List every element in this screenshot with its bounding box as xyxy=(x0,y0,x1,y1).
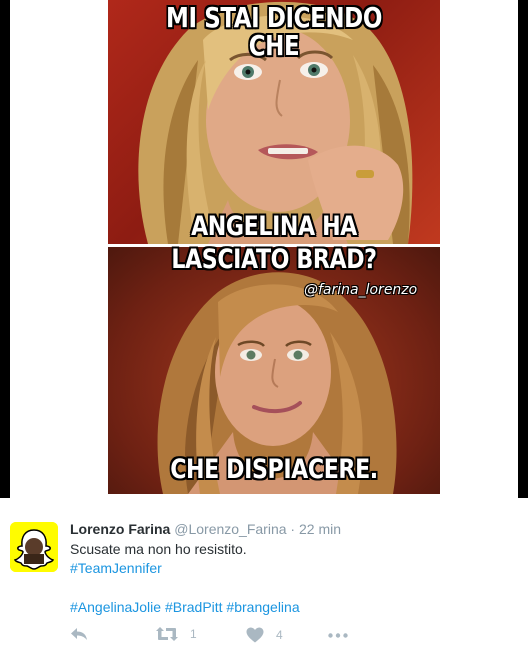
retweet-count: 1 xyxy=(190,627,197,641)
meme-panel-top: MI STAI DICENDO CHE ANGELINA HA xyxy=(108,0,440,244)
like-count: 4 xyxy=(276,628,283,642)
reply-button[interactable] xyxy=(70,627,88,641)
more-dots-icon xyxy=(328,633,348,638)
timestamp[interactable]: 22 min xyxy=(299,521,341,537)
author-handle[interactable]: @Lorenzo_Farina xyxy=(174,521,286,537)
separator-dot: · xyxy=(290,521,296,537)
tweet-header: Lorenzo Farina @Lorenzo_Farina · 22 min xyxy=(70,520,510,538)
tweet-body: Lorenzo Farina @Lorenzo_Farina · 22 min … xyxy=(70,520,510,617)
meme-caption-middle-1: ANGELINA HA xyxy=(191,211,357,242)
meme-image[interactable]: MI STAI DICENDO CHE ANGELINA HA CHE DISP… xyxy=(108,0,440,494)
more-options-button[interactable] xyxy=(328,633,348,638)
like-button[interactable]: 4 xyxy=(246,627,283,643)
retweet-button[interactable]: 1 xyxy=(156,627,197,641)
avatar[interactable] xyxy=(10,522,58,572)
hashtag-line-brangelina[interactable]: #AngelinaJolie #BradPitt #brangelina xyxy=(70,598,510,617)
snapchat-ghost-icon xyxy=(10,522,58,572)
meme-caption-bottom: CHE DISPIACERE. xyxy=(170,454,378,485)
meme-caption-middle-2: LASCIATO BRAD? xyxy=(171,244,377,275)
retweet-icon xyxy=(156,627,178,641)
reply-icon xyxy=(71,628,87,640)
media-background: MI STAI DICENDO CHE ANGELINA HA CHE DISP… xyxy=(10,0,518,498)
meme-watermark: @farina_lorenzo xyxy=(304,282,418,298)
hashtag-teamjennifer[interactable]: #TeamJennifer xyxy=(70,559,510,578)
tweet-actions: 1 4 xyxy=(70,627,390,647)
tweet-media[interactable]: MI STAI DICENDO CHE ANGELINA HA CHE DISP… xyxy=(0,0,528,498)
meme-caption-top: MI STAI DICENDO CHE xyxy=(166,1,382,62)
tweet-text: Scusate ma non ho resistito. xyxy=(70,541,247,557)
heart-icon xyxy=(246,627,264,643)
author-name[interactable]: Lorenzo Farina xyxy=(70,521,170,537)
